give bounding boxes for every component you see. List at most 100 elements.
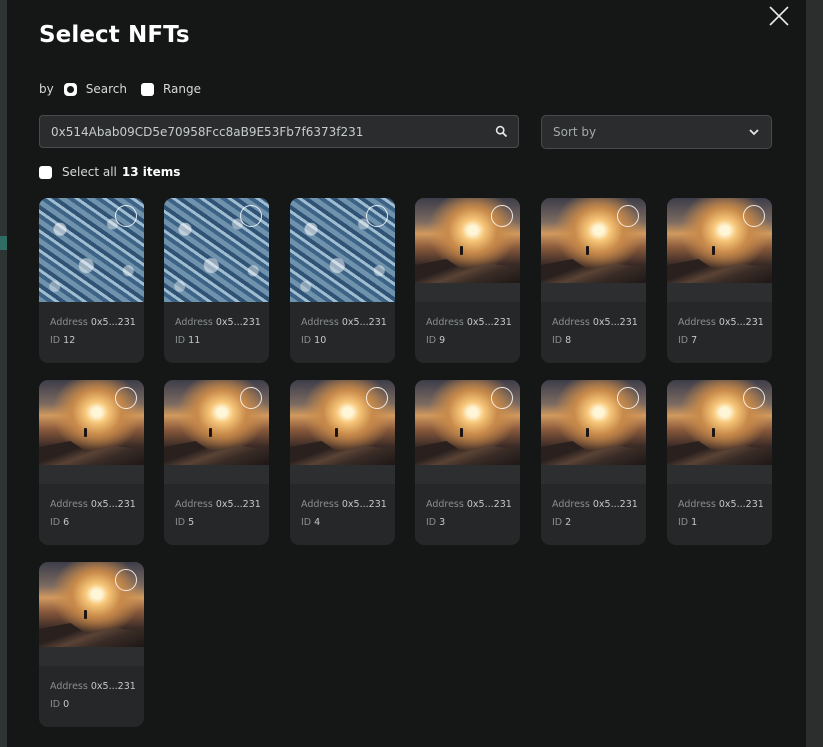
select-circle-icon[interactable] <box>366 205 388 227</box>
select-circle-icon[interactable] <box>743 387 765 409</box>
address-label: Address <box>301 499 339 510</box>
search-icon[interactable] <box>484 116 518 147</box>
select-circle-icon[interactable] <box>617 387 639 409</box>
id-value: 8 <box>565 335 572 346</box>
nft-card[interactable]: Address 0x5...231 ID 12 <box>39 198 144 363</box>
nft-card[interactable]: Address 0x5...231 ID 10 <box>290 198 395 363</box>
chevron-down-icon <box>749 125 759 139</box>
select-circle-icon[interactable] <box>115 205 137 227</box>
nft-card[interactable]: Address 0x5...231 ID 1 <box>667 380 772 545</box>
nft-meta: Address 0x5...231 ID 6 <box>50 496 136 532</box>
id-label: ID <box>301 517 312 528</box>
select-all-label: Select all <box>62 165 117 179</box>
id-value: 10 <box>314 335 327 346</box>
address-label: Address <box>678 317 716 328</box>
id-value: 9 <box>439 335 446 346</box>
range-mode-radio[interactable] <box>140 82 154 96</box>
address-value: 0x5...231 <box>466 499 512 510</box>
nft-meta: Address 0x5...231 ID 10 <box>301 314 387 350</box>
select-all-checkbox[interactable] <box>39 165 52 179</box>
address-label: Address <box>426 317 464 328</box>
nft-card[interactable]: Address 0x5...231 ID 9 <box>415 198 520 363</box>
id-value: 5 <box>188 517 195 528</box>
search-mode-radio[interactable] <box>63 82 77 96</box>
address-label: Address <box>50 317 88 328</box>
select-all-row[interactable]: Select all 13 items <box>39 165 180 179</box>
address-label: Address <box>552 317 590 328</box>
address-value: 0x5...231 <box>592 317 638 328</box>
select-circle-icon[interactable] <box>240 387 262 409</box>
address-value: 0x5...231 <box>718 499 764 510</box>
select-circle-icon[interactable] <box>366 387 388 409</box>
filter-mode-row: by Search Range <box>39 82 201 96</box>
nft-meta: Address 0x5...231 ID 7 <box>678 314 764 350</box>
nft-meta: Address 0x5...231 ID 2 <box>552 496 638 532</box>
close-icon[interactable] <box>767 4 791 28</box>
id-value: 1 <box>691 517 698 528</box>
id-label: ID <box>175 335 186 346</box>
address-label: Address <box>678 499 716 510</box>
address-label: Address <box>50 681 88 692</box>
id-value: 6 <box>63 517 70 528</box>
id-value: 0 <box>63 699 70 710</box>
id-label: ID <box>50 517 61 528</box>
id-label: ID <box>301 335 312 346</box>
address-label: Address <box>175 499 213 510</box>
id-label: ID <box>50 699 61 710</box>
sort-dropdown[interactable]: Sort by <box>541 115 772 149</box>
select-nfts-modal: Select NFTs by Search Range Sort by Sele… <box>7 0 806 747</box>
address-value: 0x5...231 <box>90 499 136 510</box>
nft-meta: Address 0x5...231 ID 11 <box>175 314 261 350</box>
select-circle-icon[interactable] <box>115 569 137 591</box>
search-mode-label: Search <box>85 82 127 96</box>
id-label: ID <box>426 335 437 346</box>
nft-meta: Address 0x5...231 ID 12 <box>50 314 136 350</box>
nft-card[interactable]: Address 0x5...231 ID 0 <box>39 562 144 727</box>
address-value: 0x5...231 <box>90 317 136 328</box>
items-count: 13 items <box>121 165 181 179</box>
nft-meta: Address 0x5...231 ID 0 <box>50 678 136 714</box>
select-circle-icon[interactable] <box>491 387 513 409</box>
address-label: Address <box>175 317 213 328</box>
address-label: Address <box>426 499 464 510</box>
search-input[interactable] <box>40 124 484 139</box>
id-value: 2 <box>565 517 572 528</box>
select-circle-icon[interactable] <box>115 387 137 409</box>
nft-meta: Address 0x5...231 ID 1 <box>678 496 764 532</box>
search-mode-option[interactable]: Search <box>63 82 127 96</box>
address-value: 0x5...231 <box>341 499 387 510</box>
id-label: ID <box>552 335 563 346</box>
id-value: 12 <box>63 335 76 346</box>
select-circle-icon[interactable] <box>240 205 262 227</box>
address-value: 0x5...231 <box>90 681 136 692</box>
select-circle-icon[interactable] <box>743 205 765 227</box>
nft-card[interactable]: Address 0x5...231 ID 8 <box>541 198 646 363</box>
address-value: 0x5...231 <box>466 317 512 328</box>
nft-meta: Address 0x5...231 ID 9 <box>426 314 512 350</box>
nft-meta: Address 0x5...231 ID 5 <box>175 496 261 532</box>
nft-card[interactable]: Address 0x5...231 ID 7 <box>667 198 772 363</box>
nft-card[interactable]: Address 0x5...231 ID 2 <box>541 380 646 545</box>
search-field <box>39 115 519 148</box>
filter-by-label: by <box>39 82 54 96</box>
nft-card[interactable]: Address 0x5...231 ID 3 <box>415 380 520 545</box>
range-mode-option[interactable]: Range <box>140 82 201 96</box>
address-label: Address <box>301 317 339 328</box>
select-circle-icon[interactable] <box>617 205 639 227</box>
id-value: 4 <box>314 517 321 528</box>
id-value: 11 <box>188 335 201 346</box>
id-label: ID <box>552 517 563 528</box>
nft-card[interactable]: Address 0x5...231 ID 4 <box>290 380 395 545</box>
nft-card[interactable]: Address 0x5...231 ID 5 <box>164 380 269 545</box>
modal-title: Select NFTs <box>39 22 190 48</box>
select-circle-icon[interactable] <box>491 205 513 227</box>
nft-meta: Address 0x5...231 ID 3 <box>426 496 512 532</box>
id-label: ID <box>426 517 437 528</box>
sort-label: Sort by <box>553 125 597 139</box>
id-label: ID <box>175 517 186 528</box>
id-label: ID <box>678 517 689 528</box>
nft-card[interactable]: Address 0x5...231 ID 6 <box>39 380 144 545</box>
id-label: ID <box>50 335 61 346</box>
nft-meta: Address 0x5...231 ID 8 <box>552 314 638 350</box>
nft-card[interactable]: Address 0x5...231 ID 11 <box>164 198 269 363</box>
